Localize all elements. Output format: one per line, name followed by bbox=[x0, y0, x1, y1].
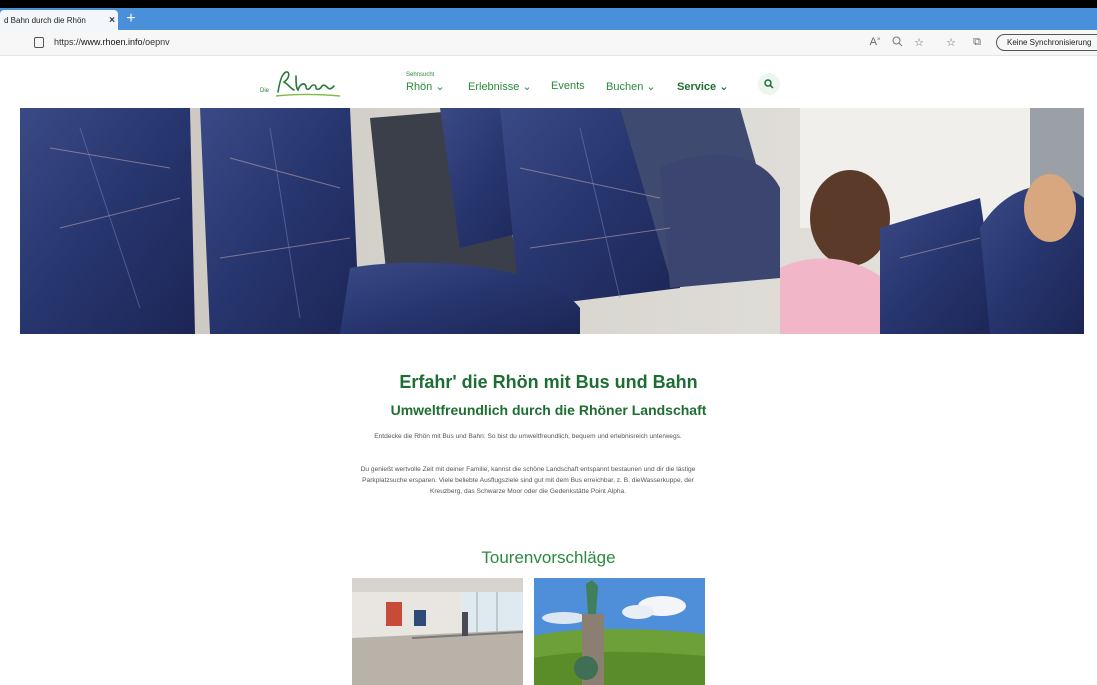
tour-card-museum[interactable] bbox=[352, 578, 523, 685]
site-logo[interactable]: Die bbox=[260, 66, 341, 100]
url-domain: www.rhoen.info bbox=[81, 37, 143, 47]
url-field[interactable]: https://www.rhoen.info/oepnv bbox=[54, 37, 170, 47]
nav-item-erlebnisse[interactable]: Erlebnisse ⌄ bbox=[468, 80, 532, 93]
tours-heading: Tourenvorschläge bbox=[481, 548, 616, 567]
page-subtitle: Umweltfreundlich durch die Rhöner Landsc… bbox=[390, 402, 707, 418]
nav-item-service[interactable]: Service ⌄ bbox=[677, 80, 728, 93]
nav-item-buchen[interactable]: Buchen ⌄ bbox=[606, 80, 656, 93]
address-bar: https://www.rhoen.info/oepnv A» ☆ ☆ ⧉ Ke… bbox=[0, 30, 1097, 56]
zoom-icon[interactable] bbox=[890, 36, 904, 50]
nav-sehnsucht-sub: Sehnsucht bbox=[406, 72, 435, 78]
collections-icon[interactable]: ⧉ bbox=[970, 36, 984, 49]
search-button[interactable] bbox=[758, 73, 780, 95]
logo-prefix: Die bbox=[260, 88, 270, 94]
sync-button[interactable]: Keine Synchronisierung bbox=[996, 34, 1097, 51]
read-aloud-icon[interactable]: A» bbox=[868, 36, 882, 48]
hero-image bbox=[20, 108, 1084, 334]
tour-card-wasserkuppe[interactable] bbox=[534, 578, 705, 685]
url-path: /oepnv bbox=[142, 37, 170, 47]
tab-title: d Bahn durch die Rhön bbox=[4, 15, 86, 25]
site-navigation: Die Sehnsucht Rhön ⌄ Erlebnisse ⌄ Events… bbox=[0, 56, 1097, 108]
intro-paragraph: Entdecke die Rhön mit Bus und Bahn: So b… bbox=[374, 433, 682, 440]
window-top-edge bbox=[0, 0, 1097, 8]
new-tab-button[interactable]: + bbox=[122, 11, 140, 27]
tab-close-button[interactable]: × bbox=[106, 15, 118, 26]
favorites-icon[interactable]: ☆ bbox=[944, 36, 958, 49]
nav-item-sehnsucht-rhoen[interactable]: Rhön ⌄ bbox=[406, 80, 445, 93]
browser-tab[interactable]: d Bahn durch die Rhön × bbox=[0, 10, 118, 30]
url-prefix: https:// bbox=[54, 37, 82, 47]
page-info-icon[interactable] bbox=[34, 37, 44, 48]
favorite-add-icon[interactable]: ☆ bbox=[912, 36, 926, 49]
page-title: Erfahr' die Rhön mit Bus und Bahn bbox=[399, 372, 698, 392]
body-paragraph: Du genießt wertvolle Zeit mit deiner Fam… bbox=[360, 466, 696, 495]
search-icon bbox=[764, 79, 774, 89]
nav-item-events[interactable]: Events bbox=[551, 80, 585, 92]
tab-strip: d Bahn durch die Rhön × + bbox=[0, 8, 1097, 30]
